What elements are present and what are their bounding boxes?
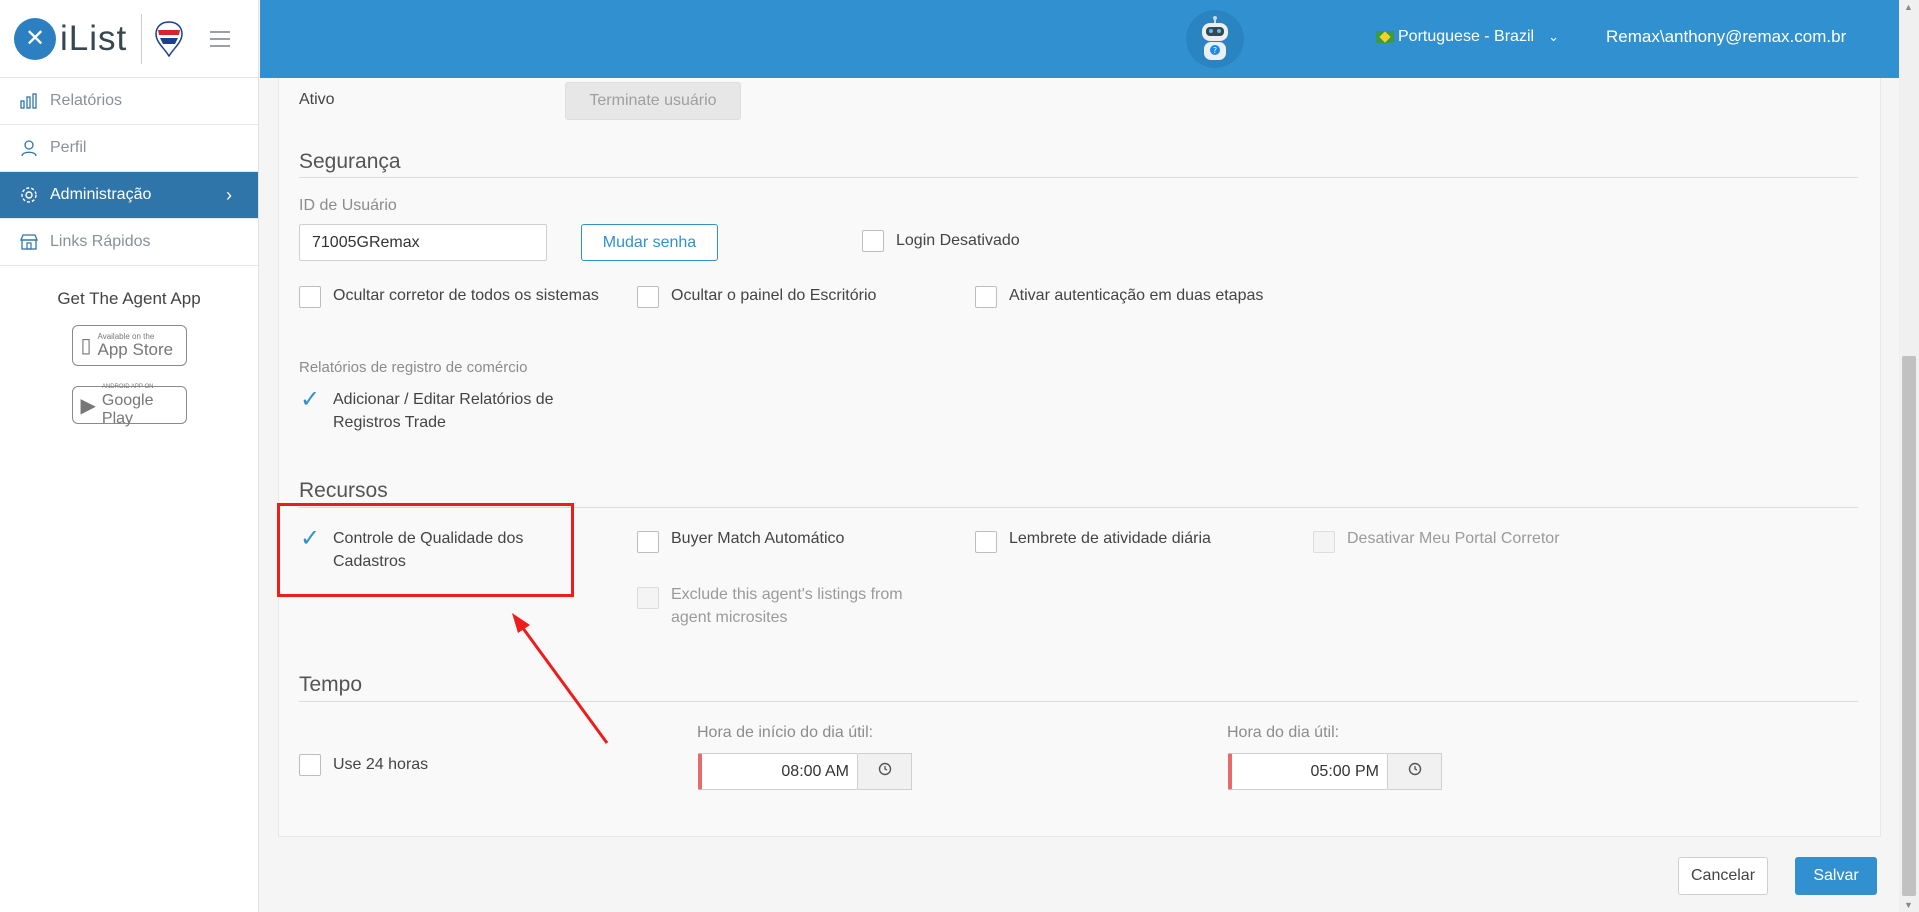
sidebar-item-links-rapidos[interactable]: Links Rápidos [0,219,258,266]
scroll-up-icon[interactable]: ▲ [1904,2,1913,12]
start-time-label: Hora de início do dia útil: [697,724,874,741]
sidebar-item-label: Relatórios [50,92,123,109]
logo-text: iList [60,18,128,58]
ilist-logo-icon[interactable]: ✕ [14,17,56,60]
ativo-label: Ativo [299,91,335,108]
daily-reminder-checkbox[interactable] [975,531,997,553]
start-time-picker-button[interactable] [858,753,912,790]
start-time-input[interactable]: 08:00 AM [698,753,858,790]
annotation-arrow-icon [512,613,609,744]
buyer-match-checkbox[interactable] [637,531,659,553]
login-disabled-label: Login Desativado [896,232,1020,249]
vertical-scrollbar[interactable]: ▲ ▼ [1899,0,1919,912]
user-icon [20,139,38,157]
google-play-big: Google Play [101,391,154,427]
google-play-badge[interactable]: ▶ ANDROID APP ON Google Play [71,383,187,427]
trade-reports-label: Relatórios de registro de comércio [299,359,528,376]
chevron-down-icon: ⌄ [1548,29,1559,44]
logo-area: ✕ iList [0,0,258,78]
remax-balloon-icon [154,20,184,58]
login-disabled-checkbox[interactable] [862,230,884,252]
daily-reminder-label: Lembrete de atividade diária [1009,530,1211,547]
recursos-title: Recursos [299,479,388,502]
clock-icon [878,762,892,781]
two-factor-label: Ativar autenticação em duas etapas [1009,287,1264,304]
scroll-down-icon[interactable]: ▼ [1904,900,1913,910]
bar-chart-icon [20,92,38,110]
change-password-button[interactable]: Mudar senha [581,224,718,261]
exclude-listings-checkbox[interactable] [637,587,659,609]
use-24h-checkbox[interactable] [299,754,321,776]
terminate-user-button[interactable]: Terminate usuário [565,82,741,120]
end-time-picker-button[interactable] [1388,753,1442,790]
section-divider [299,177,1858,178]
buyer-match-label: Buyer Match Automático [671,530,845,547]
sidebar-item-administracao[interactable]: Administração › [0,172,258,219]
sidebar-item-perfil[interactable]: Perfil [0,125,258,172]
end-time-label: Hora do dia útil: [1227,724,1340,741]
play-icon: ▶ [80,394,96,417]
robot-assistant-icon[interactable]: ? [1186,10,1244,68]
language-label: Portuguese - Brazil [1398,28,1535,45]
sidebar-item-label: Links Rápidos [50,233,151,250]
app-store-big: App Store [97,340,174,359]
user-id-input[interactable]: 71005GRemax [299,224,547,261]
top-header: ? Portuguese - Brazil ⌄ Remax\anthony@re… [260,0,1899,78]
hide-broker-label: Ocultar corretor de todos os sistemas [333,287,599,304]
end-time-input[interactable]: 05:00 PM [1228,753,1388,790]
sidebar-item-label: Administração [50,186,152,203]
save-button[interactable]: Salvar [1795,857,1877,895]
clock-icon [1408,762,1422,781]
checkmark-icon[interactable]: ✓ [299,388,321,412]
two-factor-checkbox[interactable] [975,286,997,308]
sidebar-item-label: Perfil [50,139,87,156]
sidebar-item-relatorios[interactable]: Relatórios [0,78,258,125]
disable-portal-label: Desativar Meu Portal Corretor [1347,530,1560,547]
sidebar: ✕ iList Relatórios Perfil Administração … [0,0,259,912]
agent-app-heading: Get The Agent App [57,289,201,308]
google-play-small: ANDROID APP ON [101,383,154,390]
disable-portal-checkbox[interactable] [1313,531,1335,553]
language-selector[interactable]: Portuguese - Brazil ⌄ [1376,28,1559,46]
logo-separator [141,13,143,64]
hide-office-panel-label: Ocultar o painel do Escritório [671,287,877,304]
app-store-badge[interactable]: ▯ Available on the App Store [71,325,187,366]
cancel-button[interactable]: Cancelar [1678,857,1768,895]
user-account[interactable]: Remax\anthony@remax.com.br [1606,27,1846,47]
hide-broker-checkbox[interactable] [299,286,321,308]
use-24h-label: Use 24 horas [333,756,429,773]
annotation-highlight-box [277,503,574,597]
hide-office-panel-checkbox[interactable] [637,286,659,308]
brazil-flag-icon [1376,31,1394,43]
user-id-label: ID de Usuário [299,197,397,214]
phone-icon: ▯ [80,335,92,357]
svg-text:?: ? [1213,46,1217,55]
scrollbar-thumb[interactable] [1902,356,1916,896]
gear-icon [20,186,38,204]
chevron-right-icon: › [226,184,232,205]
exclude-listings-label: Exclude this agent's listings from agent… [671,586,903,626]
tempo-title: Tempo [299,673,363,696]
menu-toggle-icon[interactable] [210,30,231,47]
seguranca-title: Segurança [299,150,401,173]
trade-reports-option-label: Adicionar / Editar Relatórios de Registr… [333,391,554,431]
store-icon [20,233,38,251]
